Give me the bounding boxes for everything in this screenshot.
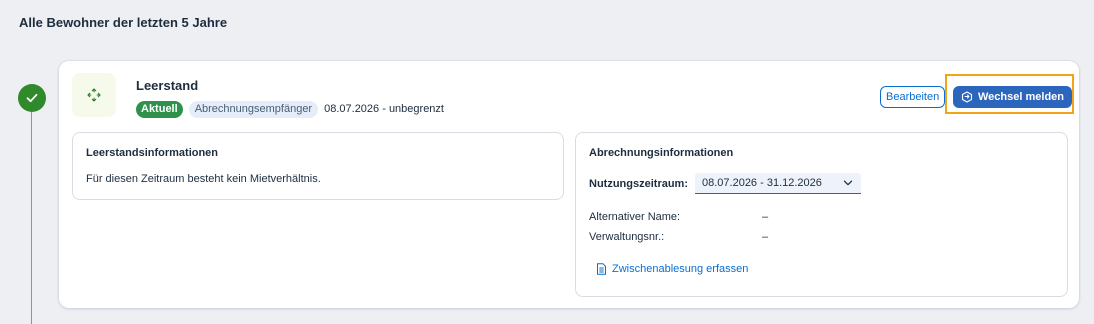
timeline-line — [31, 108, 32, 324]
move-icon — [87, 88, 101, 102]
vacancy-panel-title: Leerstandsinformationen — [86, 147, 219, 159]
period-select[interactable]: 08.07.2026 - 31.12.2026 — [695, 173, 861, 194]
section-title: Alle Bewohner der letzten 5 Jahre — [19, 15, 228, 30]
resident-card: Leerstand Aktuell Abrechnungsempfänger 0… — [59, 61, 1079, 308]
report-change-button[interactable]: Wechsel melden — [953, 86, 1072, 108]
interim-reading-link[interactable]: Zwischenablesung erfassen — [596, 263, 748, 275]
timeline-status-dot — [18, 84, 46, 112]
alt-name-label: Alternativer Name: — [589, 211, 681, 223]
card-title: Leerstand — [136, 78, 199, 93]
document-icon — [597, 263, 606, 275]
chevron-down-icon — [843, 180, 853, 186]
exchange-icon — [961, 91, 973, 103]
admin-no-label: Verwaltungsnr.: — [589, 231, 665, 243]
period-label: Nutzungszeitraum: — [589, 178, 688, 190]
report-change-label: Wechsel melden — [978, 91, 1064, 103]
role-badge: Abrechnungsempfänger — [188, 100, 319, 118]
date-range: 08.07.2026 - unbegrenzt — [324, 103, 444, 115]
avatar — [72, 73, 116, 117]
vacancy-info-panel: Leerstandsinformationen Für diesen Zeitr… — [72, 132, 564, 200]
admin-no-value: – — [762, 231, 769, 243]
period-value: 08.07.2026 - 31.12.2026 — [702, 177, 822, 189]
billing-info-panel: Abrechnungsinformationen Nutzungszeitrau… — [575, 132, 1068, 297]
billing-panel-title: Abrechnungsinformationen — [589, 147, 734, 159]
status-badge: Aktuell — [136, 100, 183, 118]
checkmark-icon — [26, 93, 38, 103]
edit-button[interactable]: Bearbeiten — [880, 86, 946, 108]
alt-name-value: – — [762, 211, 769, 223]
interim-reading-label: Zwischenablesung erfassen — [612, 263, 749, 275]
vacancy-panel-text: Für diesen Zeitraum besteht kein Mietver… — [86, 173, 321, 185]
card-meta: Aktuell Abrechnungsempfänger 08.07.2026 … — [136, 100, 444, 118]
